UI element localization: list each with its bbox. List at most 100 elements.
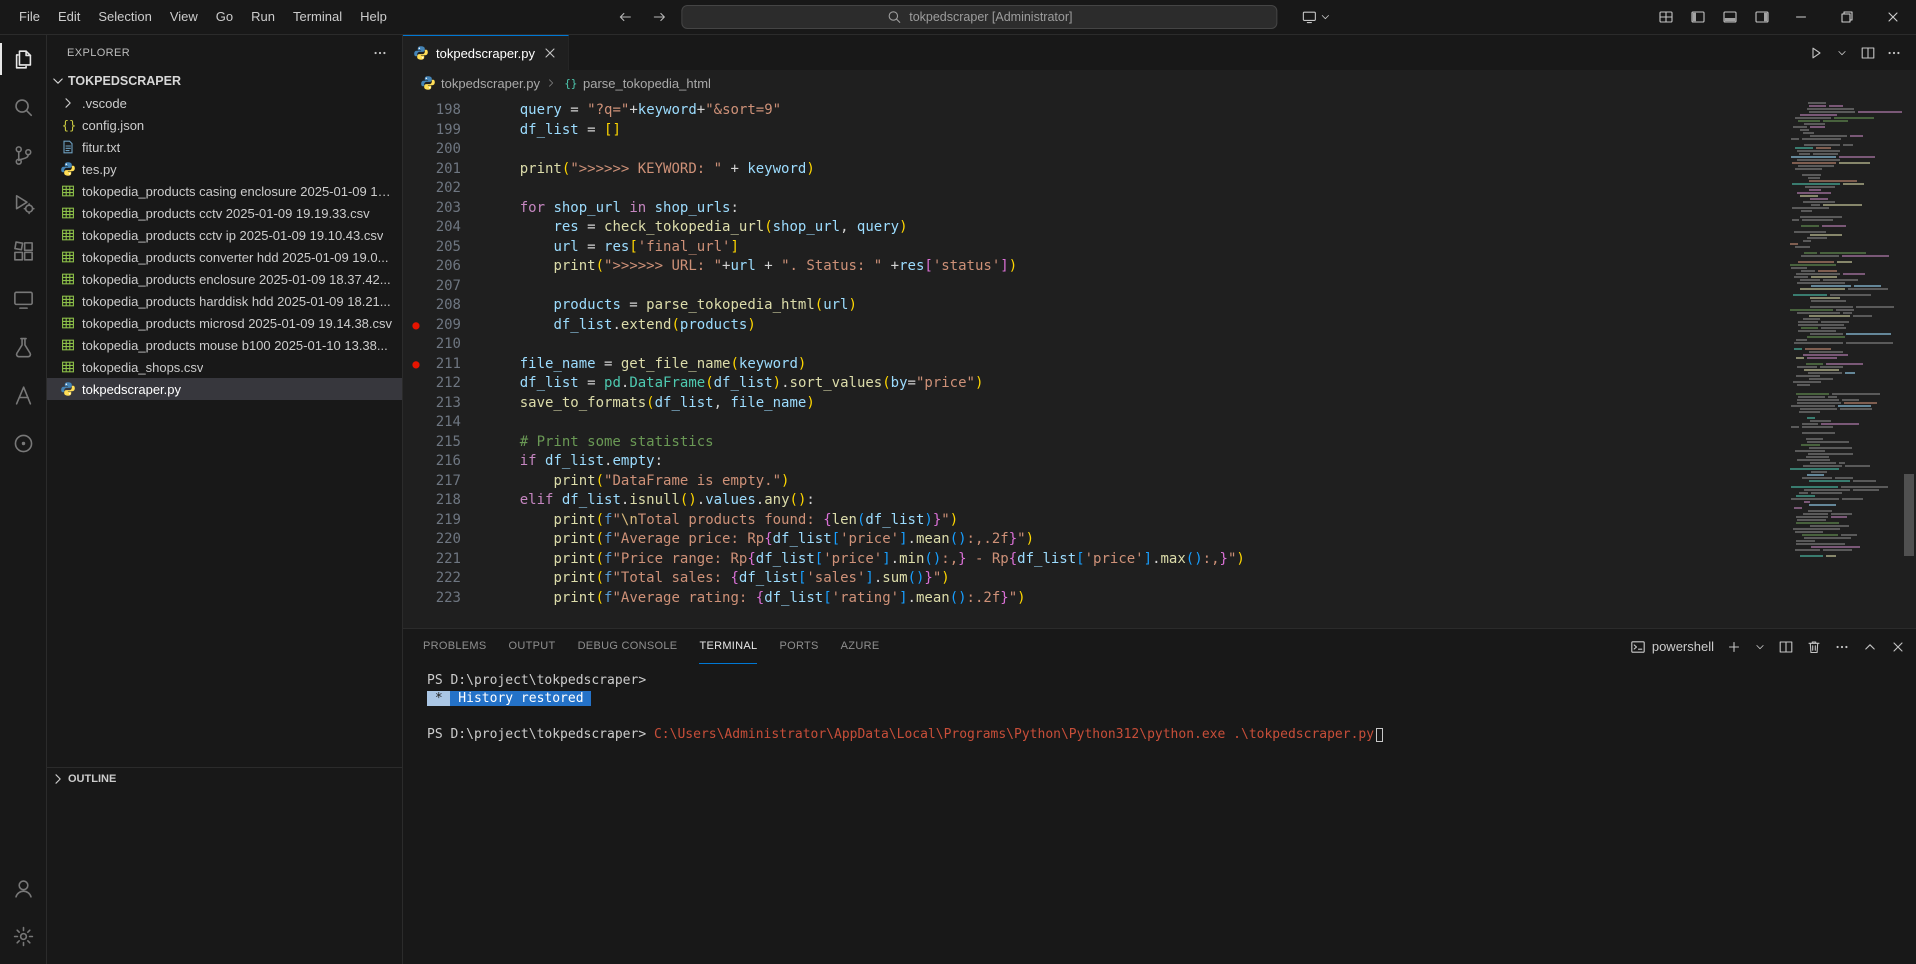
activity-remote-explorer[interactable] — [0, 275, 46, 323]
code-line[interactable]: 204 res = check_tokopedia_url(shop_url, … — [403, 218, 1790, 238]
activity-explorer[interactable] — [0, 35, 46, 83]
tab-close-icon[interactable] — [542, 45, 558, 61]
gutter[interactable] — [403, 433, 429, 453]
gutter[interactable] — [403, 277, 429, 297]
code-line[interactable]: 221 print(f"Price range: Rp{df_list['pri… — [403, 550, 1790, 570]
file-item[interactable]: tokopedia_products cctv 2025-01-09 19.19… — [47, 202, 402, 224]
gutter[interactable] — [403, 394, 429, 414]
gutter[interactable] — [403, 199, 429, 219]
file-item[interactable]: tokopedia_products casing enclosure 2025… — [47, 180, 402, 202]
file-item[interactable]: tokopedia_products cctv ip 2025-01-09 19… — [47, 224, 402, 246]
editor-scrollbar[interactable] — [1902, 96, 1916, 628]
terminal-output[interactable]: PS D:\project\tokpedscraper> * History r… — [403, 664, 1916, 964]
gutter[interactable] — [403, 550, 429, 570]
gutter[interactable] — [403, 101, 429, 121]
workspace-section-header[interactable]: TOKPEDSCRAPER — [47, 70, 402, 92]
code-line[interactable]: 222 print(f"Total sales: {df_list['sales… — [403, 569, 1790, 589]
gutter[interactable] — [403, 374, 429, 394]
outline-section-header[interactable]: OUTLINE — [47, 767, 402, 789]
explorer-more-actions-icon[interactable] — [372, 45, 388, 61]
gutter[interactable] — [403, 452, 429, 472]
code-line[interactable]: 212 df_list = pd.DataFrame(df_list).sort… — [403, 374, 1790, 394]
panel-tab-output[interactable]: OUTPUT — [509, 629, 556, 664]
gutter[interactable] — [403, 569, 429, 589]
activity-azure[interactable] — [0, 371, 46, 419]
gutter[interactable] — [403, 491, 429, 511]
gutter[interactable] — [403, 238, 429, 258]
split-terminal-icon[interactable] — [1778, 639, 1794, 655]
code-line[interactable]: 218 elif df_list.isnull().values.any(): — [403, 491, 1790, 511]
gutter[interactable] — [403, 413, 429, 433]
file-item[interactable]: tokopedia_products harddisk hdd 2025-01-… — [47, 290, 402, 312]
code-line[interactable]: 207 — [403, 277, 1790, 297]
command-center-search[interactable]: tokpedscraper [Administrator] — [681, 5, 1277, 29]
panel-tab-debug-console[interactable]: DEBUG CONSOLE — [578, 629, 678, 664]
breakpoint-icon[interactable]: ● — [403, 316, 429, 336]
activity-extensions[interactable] — [0, 227, 46, 275]
gutter[interactable] — [403, 140, 429, 160]
file-item[interactable]: fitur.txt — [47, 136, 402, 158]
file-item[interactable]: tokopedia_products enclosure 2025-01-09 … — [47, 268, 402, 290]
toggle-primary-sidebar-button[interactable] — [1682, 0, 1714, 34]
scrollbar-thumb[interactable] — [1904, 474, 1914, 556]
code-line[interactable]: 198 query = "?q="+keyword+"&sort=9" — [403, 101, 1790, 121]
code-line[interactable]: 216 if df_list.empty: — [403, 452, 1790, 472]
gutter[interactable] — [403, 160, 429, 180]
new-terminal-icon[interactable] — [1726, 639, 1742, 655]
menu-file[interactable]: File — [10, 0, 49, 34]
code-line[interactable]: 202 — [403, 179, 1790, 199]
run-dropdown-icon[interactable] — [1830, 41, 1854, 65]
activity-extra-extension[interactable] — [0, 419, 46, 467]
code-line[interactable]: 200 — [403, 140, 1790, 160]
toggle-secondary-sidebar-button[interactable] — [1746, 0, 1778, 34]
run-python-file-icon[interactable] — [1804, 41, 1828, 65]
terminal-dropdown-icon[interactable] — [1754, 641, 1766, 653]
code-line[interactable]: 201 print(">>>>>> KEYWORD: " + keyword) — [403, 160, 1790, 180]
breadcrumb-file[interactable]: tokpedscraper.py — [441, 76, 540, 91]
panel-tab-ports[interactable]: PORTS — [779, 629, 818, 664]
panel-tab-azure[interactable]: AZURE — [841, 629, 880, 664]
split-editor-icon[interactable] — [1856, 41, 1880, 65]
code-line[interactable]: 210 — [403, 335, 1790, 355]
activity-settings[interactable] — [0, 912, 46, 960]
gutter[interactable] — [403, 121, 429, 141]
gutter[interactable] — [403, 589, 429, 609]
code-line[interactable]: 199 df_list = [] — [403, 121, 1790, 141]
code-editor[interactable]: 198 query = "?q="+keyword+"&sort=9"199 d… — [403, 96, 1790, 628]
code-line[interactable]: 208 products = parse_tokopedia_html(url) — [403, 296, 1790, 316]
gutter[interactable] — [403, 218, 429, 238]
breadcrumb-symbol[interactable]: parse_tokopedia_html — [583, 76, 711, 91]
code-line[interactable]: 203 for shop_url in shop_urls: — [403, 199, 1790, 219]
customize-layout-button[interactable] — [1650, 0, 1682, 34]
menu-help[interactable]: Help — [351, 0, 396, 34]
code-line[interactable]: ●209 df_list.extend(products) — [403, 316, 1790, 336]
breakpoint-icon[interactable]: ● — [403, 355, 429, 375]
panel-more-actions-icon[interactable] — [1834, 639, 1850, 655]
gutter[interactable] — [403, 472, 429, 492]
activity-testing[interactable] — [0, 323, 46, 371]
kill-terminal-icon[interactable] — [1806, 639, 1822, 655]
remote-window-button[interactable] — [1301, 9, 1331, 25]
gutter[interactable] — [403, 530, 429, 550]
history-back-button[interactable] — [613, 5, 637, 29]
code-line[interactable]: 205 url = res['final_url'] — [403, 238, 1790, 258]
code-line[interactable]: 214 — [403, 413, 1790, 433]
code-line[interactable]: 220 print(f"Average price: Rp{df_list['p… — [403, 530, 1790, 550]
activity-accounts[interactable] — [0, 864, 46, 912]
close-window-button[interactable] — [1870, 0, 1916, 34]
minimize-button[interactable] — [1778, 0, 1824, 34]
menu-view[interactable]: View — [161, 0, 207, 34]
menu-terminal[interactable]: Terminal — [284, 0, 351, 34]
toggle-panel-button[interactable] — [1714, 0, 1746, 34]
gutter[interactable] — [403, 179, 429, 199]
file-item[interactable]: tokpedscraper.py — [47, 378, 402, 400]
file-item[interactable]: tokopedia_products converter hdd 2025-01… — [47, 246, 402, 268]
history-forward-button[interactable] — [647, 5, 671, 29]
gutter[interactable] — [403, 335, 429, 355]
code-line[interactable]: 217 print("DataFrame is empty.") — [403, 472, 1790, 492]
menu-edit[interactable]: Edit — [49, 0, 89, 34]
file-item[interactable]: {}config.json — [47, 114, 402, 136]
menu-go[interactable]: Go — [207, 0, 242, 34]
file-item[interactable]: .vscode — [47, 92, 402, 114]
file-item[interactable]: tokopedia_products microsd 2025-01-09 19… — [47, 312, 402, 334]
